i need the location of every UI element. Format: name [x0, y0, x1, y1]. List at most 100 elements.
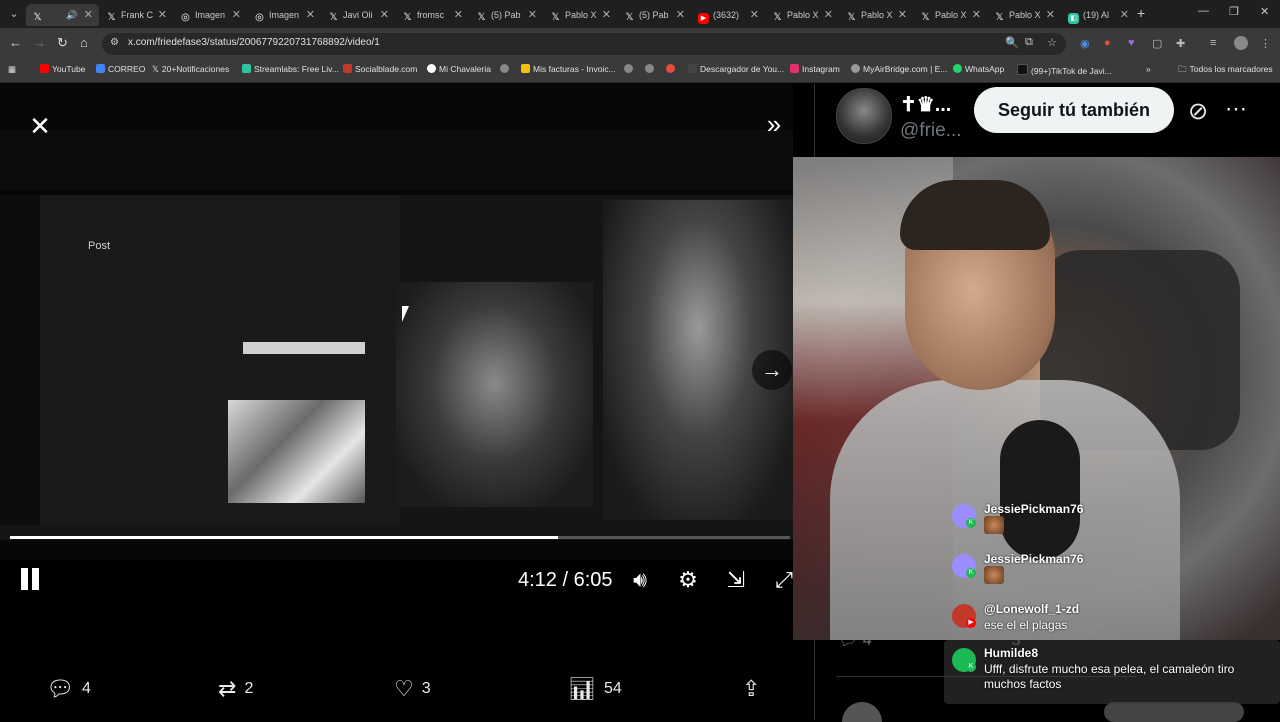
close-tab-icon[interactable]: ✕	[602, 4, 611, 26]
bookmark-label: (99+)TikTok de Javi...	[1031, 66, 1112, 76]
close-tab-icon[interactable]: ✕	[676, 4, 685, 26]
volume-icon[interactable]: 🔊︎	[626, 566, 654, 594]
close-tab-icon[interactable]: ✕	[528, 4, 537, 26]
bookmark-streamlabs[interactable]: Streamlabs: Free Liv...	[242, 64, 339, 74]
bookmark-whatsapp[interactable]: WhatsApp	[953, 64, 1004, 74]
home-icon[interactable]: ⌂	[80, 35, 88, 50]
close-tab-icon[interactable]: ✕	[1046, 4, 1055, 26]
bookmark-notificaciones[interactable]: 𝕏 20+Notificaciones	[152, 64, 229, 75]
bookmark-chavaleria[interactable]: Mi Chavaleria	[427, 64, 491, 74]
video-frame-image	[228, 400, 365, 503]
close-icon[interactable]: ✕	[26, 112, 54, 140]
reply-button[interactable]: 💬︎ 4	[46, 676, 91, 702]
window-close-icon[interactable]: ✕	[1260, 5, 1269, 18]
avatar[interactable]	[836, 88, 892, 144]
extension-icon[interactable]: ◉	[1080, 37, 1090, 50]
new-tab-button[interactable]: +	[1137, 5, 1145, 21]
more-bookmarks-icon[interactable]: »	[1146, 64, 1151, 74]
restore-icon[interactable]: ❐	[1229, 5, 1239, 18]
pause-bar	[21, 568, 28, 590]
tab-9[interactable]: ▶ (3632) ✕	[692, 4, 765, 26]
tab-12[interactable]: 𝕏 Pablo X ✕	[914, 4, 987, 26]
extension-icon[interactable]: ▢	[1152, 37, 1162, 50]
media-control-icon[interactable]: ≡	[1210, 37, 1216, 49]
bookmark-label: Todos los marcadores	[1189, 64, 1273, 74]
views-button[interactable]: 📊︎ 54	[568, 676, 622, 702]
share-button[interactable]: ⇪	[742, 676, 768, 702]
close-tab-icon[interactable]: ✕	[898, 4, 907, 26]
close-tab-icon[interactable]: ✕	[972, 4, 981, 26]
tab-label: (3632)	[713, 10, 740, 20]
tab-10[interactable]: 𝕏 Pablo X ✕	[766, 4, 839, 26]
bookmark-myairbridge[interactable]: MyAirBridge.com | E...	[851, 64, 947, 74]
next-arrow-icon[interactable]: →	[752, 350, 792, 390]
tab-2[interactable]: ◎ Imagen ✕	[174, 4, 247, 26]
tab-13[interactable]: 𝕏 Pablo X ✕	[988, 4, 1061, 26]
picture-in-picture-icon[interactable]: ⇲	[722, 566, 750, 594]
close-tab-icon[interactable]: ✕	[158, 4, 167, 26]
bookmark-facturas[interactable]: Mis facturas - Invoic...	[521, 64, 616, 74]
tab-search-icon[interactable]: ⌄	[6, 6, 22, 22]
pause-button[interactable]	[18, 565, 42, 593]
background-pill	[1104, 702, 1244, 722]
bookmark-correo[interactable]: CORREO	[96, 64, 145, 74]
close-tab-icon[interactable]: ✕	[1120, 4, 1129, 26]
tab-6[interactable]: 𝕏 (5) Pab ✕	[470, 4, 543, 26]
tab-4[interactable]: 𝕏 Javi Oli ✕	[322, 4, 395, 26]
close-tab-icon[interactable]: ✕	[232, 4, 241, 26]
x-logo-icon: 𝕏	[995, 12, 1004, 23]
bookmark-instagram[interactable]: Instagram	[790, 64, 840, 74]
forward-icon[interactable]: →	[33, 35, 46, 50]
extension-icon[interactable]: ♥	[1128, 37, 1135, 49]
tab-5[interactable]: 𝕏fromsc ✕	[396, 4, 469, 26]
bookmark-tiktok[interactable]: (99+)TikTok de Javi...	[1017, 64, 1112, 76]
bookmark-globe[interactable]	[645, 64, 657, 74]
audio-icon[interactable]: 🔊	[66, 4, 77, 26]
tab-3[interactable]: ◎ Imagen ✕	[248, 4, 321, 26]
bookmark-socialblade[interactable]: Socialblade.com	[343, 64, 417, 74]
settings-gear-icon[interactable]: ⚙	[674, 566, 702, 594]
bookmark-label: Mis facturas - Invoic...	[533, 64, 616, 74]
more-options-icon[interactable]: ⋯	[1225, 96, 1247, 122]
grok-icon[interactable]: ⊘	[1188, 97, 1208, 126]
menu-dots-icon[interactable]: ⋮	[1260, 37, 1271, 50]
tab-7[interactable]: 𝕏 Pablo X ✕	[544, 4, 617, 26]
globe-icon	[645, 64, 654, 73]
all-bookmarks-folder[interactable]: 🗀 Todos los marcadores	[1178, 64, 1273, 78]
minimize-icon[interactable]: —	[1198, 5, 1209, 17]
video-progress-bar[interactable]	[10, 536, 790, 539]
bookmark-star-icon[interactable]: ☆	[1047, 36, 1057, 49]
bookmark-descargador[interactable]: Descargador de You...	[688, 64, 784, 74]
bookmark-globe[interactable]	[624, 64, 636, 74]
reload-icon[interactable]: ↻	[57, 35, 68, 51]
site-info-icon[interactable]: ⚙	[110, 37, 119, 48]
profile-handle[interactable]: @frie...	[900, 120, 962, 142]
tab-0[interactable]: 𝕏 🔊 ✕	[26, 4, 99, 26]
bookmark-globe[interactable]	[500, 64, 512, 74]
repost-button[interactable]: ⇄ 2	[218, 676, 253, 702]
close-tab-icon[interactable]: ✕	[824, 4, 833, 26]
back-icon[interactable]: ←	[9, 35, 22, 50]
close-tab-icon[interactable]: ✕	[454, 4, 463, 26]
tab-14[interactable]: ◧ (19) Al ✕	[1062, 4, 1135, 26]
close-tab-icon[interactable]: ✕	[84, 4, 93, 26]
extensions-puzzle-icon[interactable]: ✚	[1176, 37, 1185, 50]
profile-name[interactable]: ✝♛...	[900, 92, 951, 117]
bookmark-red[interactable]	[666, 64, 678, 74]
extension-icon[interactable]: ●	[1104, 37, 1111, 49]
tab-11[interactable]: 𝕏 Pablo X ✕	[840, 4, 913, 26]
like-button[interactable]: ♡ 3	[394, 676, 431, 702]
close-tab-icon[interactable]: ✕	[306, 4, 315, 26]
apps-grid-icon[interactable]: ▦	[8, 64, 16, 75]
profile-avatar[interactable]	[1234, 36, 1248, 50]
close-tab-icon[interactable]: ✕	[750, 4, 759, 26]
expand-panel-icon[interactable]: »	[760, 110, 788, 138]
tab-1[interactable]: 𝕏 Frank C ✕	[100, 4, 173, 26]
install-app-icon[interactable]: ⧉	[1025, 36, 1033, 49]
follow-button[interactable]: Seguir tú también	[974, 87, 1174, 133]
bookmark-youtube[interactable]: YouTube	[40, 64, 85, 74]
close-tab-icon[interactable]: ✕	[380, 4, 389, 26]
zoom-icon[interactable]: 🔍	[1005, 36, 1019, 49]
address-bar[interactable]: ⚙ x.com/friedefase3/status/2006779220731…	[102, 33, 1066, 55]
tab-8[interactable]: 𝕏 (5) Pab ✕	[618, 4, 691, 26]
